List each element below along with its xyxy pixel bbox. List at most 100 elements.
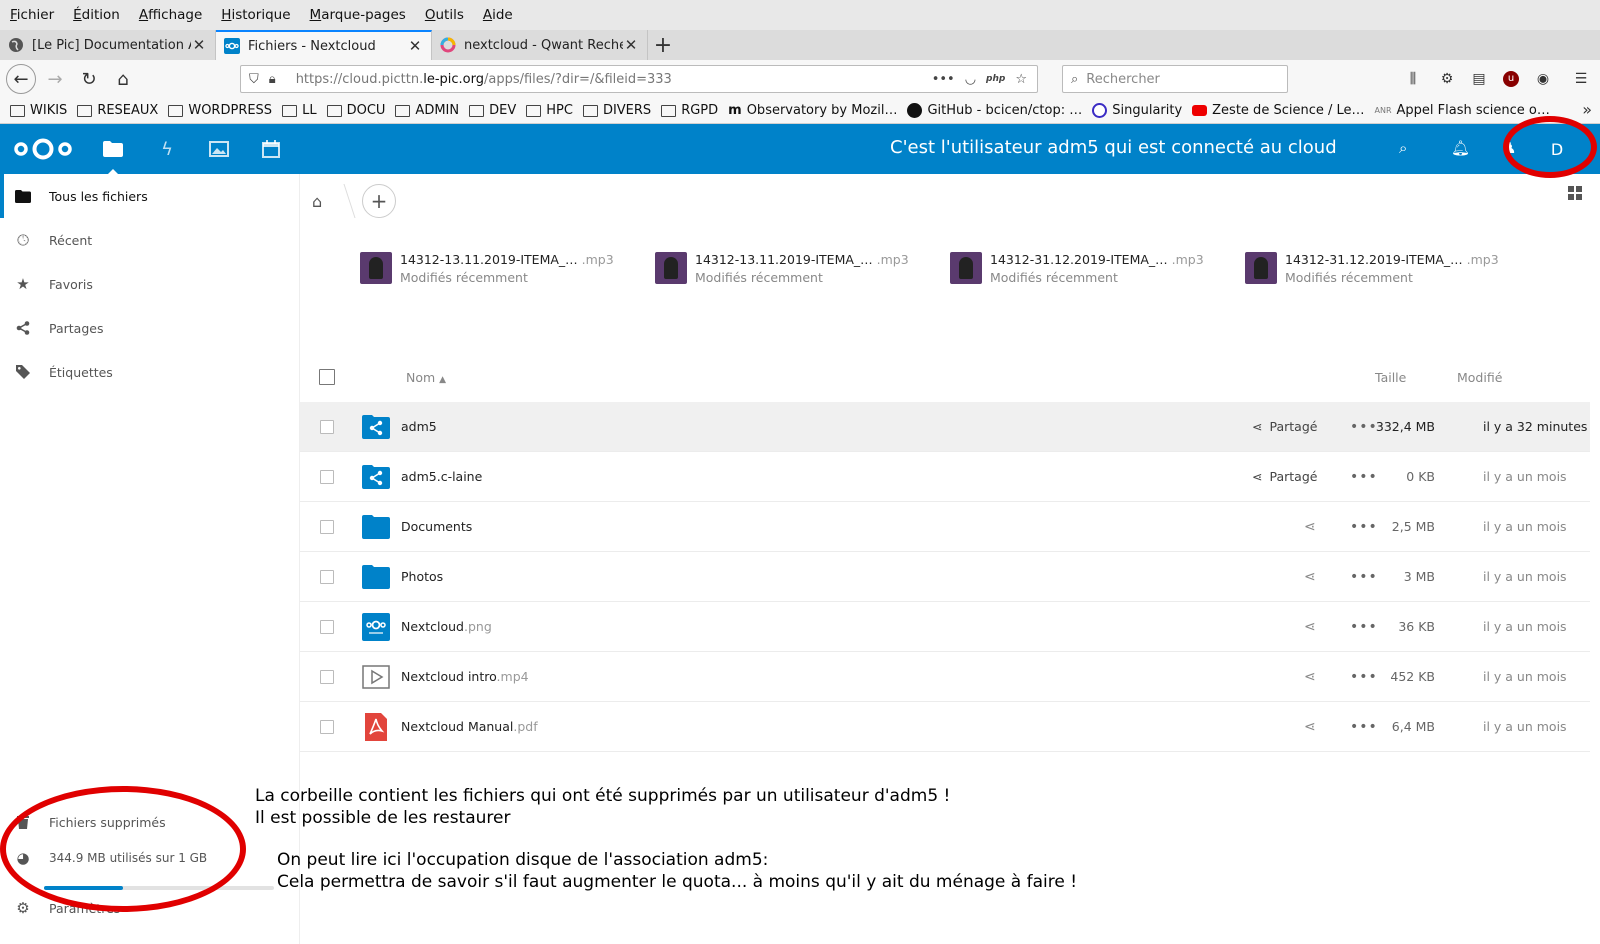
column-modified[interactable]: Modifié — [1457, 370, 1502, 385]
bookmark-link[interactable]: Zeste de Science / Le… — [1192, 103, 1365, 118]
php-extension-icon[interactable]: php — [986, 74, 1005, 84]
forward-button[interactable]: → — [40, 64, 70, 94]
share-icon[interactable]: ⋖ — [1304, 569, 1316, 585]
row-checkbox[interactable] — [320, 519, 334, 534]
table-row[interactable]: Nextcloud intro.mp4 ⋖ ••• 452 KB il y a … — [300, 652, 1590, 702]
recent-file[interactable]: 14312-31.12.2019-ITEMA_… .mp3 Modifiés r… — [950, 248, 1240, 288]
table-row[interactable]: Nextcloud Manual.pdf ⋖ ••• 6,4 MB il y a… — [300, 702, 1590, 752]
lock-icon[interactable]: 🔒︎ — [269, 72, 276, 87]
sidebar-item-tags[interactable]: Étiquettes — [0, 350, 299, 394]
file-name[interactable]: adm5.c-laine — [401, 469, 482, 484]
table-row[interactable]: adm5.c-laine ⋖ Partagé ••• 0 KB il y a un… — [300, 452, 1590, 502]
search-icon[interactable]: ⌕ — [1399, 139, 1407, 157]
column-size[interactable]: Taille — [1375, 370, 1406, 385]
sidebar-item-favorites[interactable]: ★ Favoris — [0, 262, 299, 306]
column-name[interactable]: Nom ▲ — [406, 370, 446, 385]
add-new-button[interactable]: + — [362, 184, 396, 218]
reload-button[interactable]: ↻ — [74, 64, 104, 94]
hamburger-menu-icon[interactable]: ☰ — [1570, 69, 1592, 89]
close-icon[interactable]: ✕ — [407, 37, 423, 55]
tab-le-pic-doc[interactable]: [Le Pic] Documentation Adr ✕ — [0, 30, 216, 60]
share-icon[interactable]: ⋖ — [1304, 669, 1316, 685]
row-checkbox[interactable] — [320, 619, 334, 634]
back-button[interactable]: ← — [6, 64, 36, 94]
share-icon[interactable]: ⋖ — [1304, 519, 1316, 535]
library-icon[interactable]: ⫼ — [1402, 69, 1424, 89]
menu-affichage[interactable]: Affichage — [139, 7, 202, 23]
more-actions-icon[interactable]: ••• — [1350, 519, 1378, 535]
sidebar-item-recent[interactable]: 🕓︎ Récent — [0, 218, 299, 262]
chevron-right-icon[interactable]: » — [1582, 100, 1592, 119]
bookmark-folder[interactable]: RESEAUX — [77, 103, 158, 118]
bookmark-folder[interactable]: DIVERS — [582, 103, 651, 118]
bookmark-star-icon[interactable]: ☆ — [1015, 72, 1027, 87]
table-row[interactable]: adm5 ⋖ Partagé ••• 332,4 MB il y a 32 min… — [300, 402, 1590, 452]
sidebar-item-shares[interactable]: Partages — [0, 306, 299, 350]
calendar-app-icon[interactable] — [260, 138, 282, 160]
more-actions-icon[interactable]: ••• — [1350, 719, 1378, 735]
close-icon[interactable]: ✕ — [623, 36, 639, 54]
bookmark-folder[interactable]: LL — [282, 103, 317, 118]
new-tab-button[interactable]: + — [648, 30, 678, 60]
bookmark-folder[interactable]: HPC — [526, 103, 573, 118]
url-bar[interactable]: ⛉ 🔒︎ https://cloud.picttn.le-pic.org/app… — [240, 65, 1038, 93]
bookmark-link[interactable]: GitHub - bcicen/ctop: … — [907, 103, 1082, 118]
share-icon[interactable]: ⋖ — [1304, 619, 1316, 635]
file-name[interactable]: Documents — [401, 519, 472, 534]
bookmark-link[interactable]: m Observatory by Mozil… — [728, 103, 897, 118]
files-app-icon[interactable] — [102, 138, 124, 174]
table-row[interactable]: Photos ⋖ ••• 3 MB il y a un mois — [300, 552, 1590, 602]
nextcloud-logo-icon[interactable] — [12, 136, 74, 162]
bookmark-link[interactable]: ANR Appel Flash science o… — [1375, 103, 1550, 118]
more-actions-icon[interactable]: ••• — [1350, 469, 1378, 485]
menu-marque-pages[interactable]: Marque-pages — [310, 7, 406, 23]
activity-app-icon[interactable]: ϟ — [156, 138, 178, 160]
row-checkbox[interactable] — [320, 469, 334, 484]
table-row[interactable]: Documents ⋖ ••• 2,5 MB il y a un mois — [300, 502, 1590, 552]
ublock-icon[interactable]: u — [1500, 69, 1522, 89]
page-actions-icon[interactable]: ••• — [932, 72, 955, 87]
shield-icon[interactable]: ⛉ — [249, 72, 259, 87]
close-icon[interactable]: ✕ — [191, 36, 207, 54]
tab-fichiers-nextcloud[interactable]: Fichiers - Nextcloud ✕ — [216, 30, 432, 60]
file-name[interactable]: Nextcloud.png — [401, 619, 492, 634]
bookmark-folder[interactable]: WIKIS — [10, 103, 67, 118]
more-actions-icon[interactable]: ••• — [1350, 569, 1378, 585]
menu-aide[interactable]: Aide — [483, 7, 513, 23]
sidebar-item-all-files[interactable]: Tous les fichiers — [0, 174, 299, 218]
share-icon[interactable]: ⋖ — [1304, 719, 1316, 735]
search-bar[interactable]: ⌕ Rechercher — [1062, 65, 1288, 93]
extension-settings-icon[interactable]: ⚙ — [1436, 69, 1458, 89]
file-name[interactable]: adm5 — [401, 419, 437, 434]
bookmark-folder[interactable]: ADMIN — [395, 103, 459, 118]
photos-app-icon[interactable] — [208, 138, 230, 160]
menu-historique[interactable]: Historique — [221, 7, 290, 23]
more-actions-icon[interactable]: ••• — [1350, 669, 1378, 685]
reader-view-icon[interactable]: ▤ — [1468, 69, 1490, 89]
more-actions-icon[interactable]: ••• — [1350, 619, 1378, 635]
tab-qwant[interactable]: nextcloud - Qwant Recherc ✕ — [432, 30, 648, 60]
bookmark-folder[interactable]: DEV — [469, 103, 516, 118]
grid-view-icon[interactable] — [1568, 186, 1582, 200]
account-icon[interactable]: ◉ — [1532, 69, 1554, 89]
select-all-checkbox[interactable] — [319, 369, 335, 385]
recent-file[interactable]: 14312-31.12.2019-ITEMA_… .mp3 Modifiés r… — [1245, 248, 1535, 288]
share-button[interactable]: ⋖ Partagé — [1252, 469, 1317, 484]
menu-outils[interactable]: Outils — [425, 7, 464, 23]
table-row[interactable]: Nextcloud.png ⋖ ••• 36 KB il y a un mois — [300, 602, 1590, 652]
bookmark-folder[interactable]: WORDPRESS — [168, 103, 272, 118]
recent-file[interactable]: 14312-13.11.2019-ITEMA_… .mp3 Modifiés r… — [655, 248, 945, 288]
recent-file[interactable]: 14312-13.11.2019-ITEMA_… .mp3 Modifiés r… — [360, 248, 650, 288]
row-checkbox[interactable] — [320, 419, 334, 434]
share-button[interactable]: ⋖ Partagé — [1252, 419, 1317, 434]
row-checkbox[interactable] — [320, 669, 334, 684]
file-name[interactable]: Nextcloud intro.mp4 — [401, 669, 529, 684]
bell-icon[interactable]: 🔔︎ — [1451, 139, 1470, 157]
file-name[interactable]: Photos — [401, 569, 443, 584]
more-actions-icon[interactable]: ••• — [1350, 419, 1378, 435]
row-checkbox[interactable] — [320, 569, 334, 584]
bookmark-link[interactable]: Singularity — [1092, 103, 1182, 118]
bookmark-folder[interactable]: DOCU — [326, 103, 385, 118]
bookmark-folder[interactable]: RGPD — [661, 103, 718, 118]
home-icon[interactable]: ⌂ — [312, 192, 332, 211]
